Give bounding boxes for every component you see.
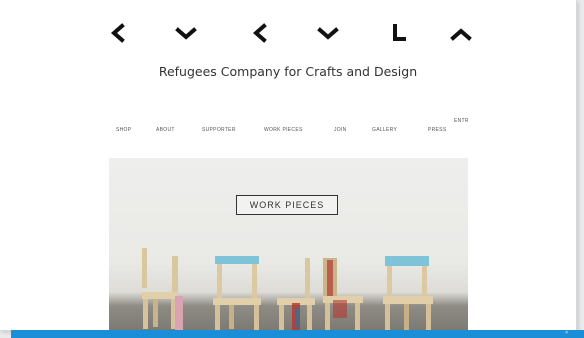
down-chevron-icon (317, 27, 339, 40)
work-pieces-label[interactable]: WORK PIECES (236, 195, 338, 215)
left-angle-icon (252, 23, 267, 43)
nav-item-gallery[interactable]: GALLERY (372, 127, 397, 133)
up-chevron-icon (450, 28, 472, 41)
close-icon[interactable]: × (565, 330, 568, 336)
company-logo[interactable] (108, 20, 478, 46)
webpage: Refugees Company for Crafts and Design E… (0, 0, 577, 331)
main-nav: SHOP ABOUT SUPPORTER WORK PIECES JOIN GA… (116, 127, 456, 139)
nav-item-shop[interactable]: SHOP (116, 127, 131, 133)
chair-3 (277, 258, 315, 330)
nav-item-supporter[interactable]: SUPPORTER (202, 127, 236, 133)
chairs-photo (142, 248, 433, 330)
status-bar: × (11, 330, 584, 338)
chair-2 (213, 256, 261, 330)
nav-item-entr[interactable]: ENTR (454, 118, 469, 124)
chair-5 (383, 256, 433, 330)
left-angle-icon (110, 23, 125, 43)
corner-icon (393, 24, 406, 41)
tagline: Refugees Company for Crafts and Design (158, 64, 418, 79)
nav-item-press[interactable]: PRESS (428, 127, 446, 133)
down-chevron-icon (175, 27, 197, 40)
hero-image[interactable]: WORK PIECES (109, 158, 468, 330)
nav-item-about[interactable]: ABOUT (156, 127, 175, 133)
nav-item-work-pieces[interactable]: WORK PIECES (264, 127, 303, 133)
chair-4 (323, 258, 363, 330)
chair-1 (142, 248, 183, 330)
nav-item-join[interactable]: JOIN (334, 127, 347, 133)
